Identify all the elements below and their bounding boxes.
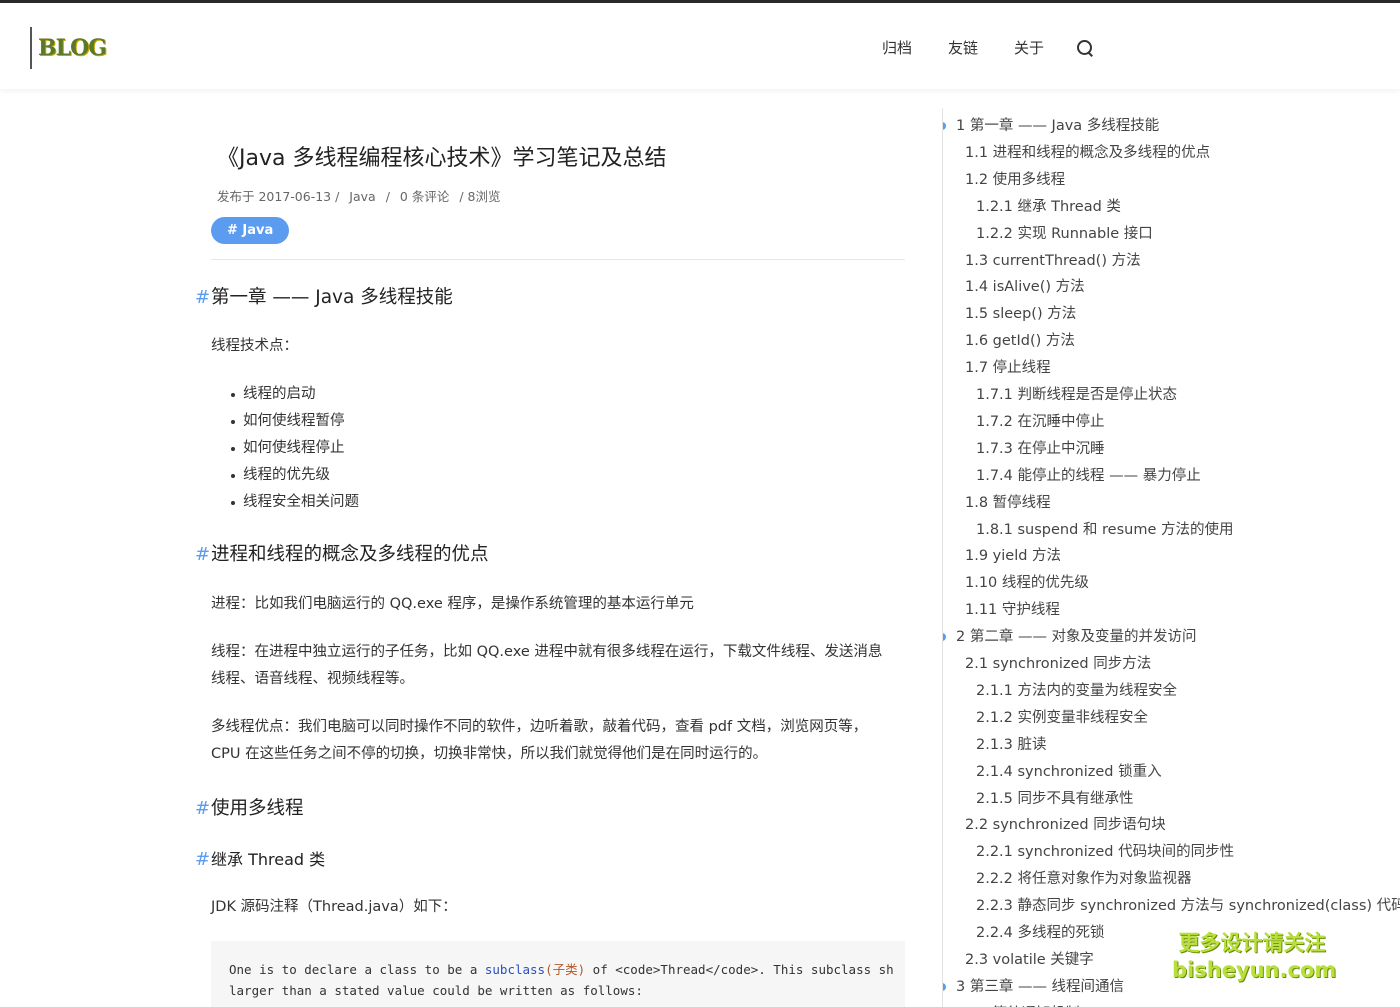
toc-item[interactable]: 1.8.1 suspend 和 resume 方法的使用 xyxy=(976,518,1234,539)
toc-bullet-icon xyxy=(943,122,946,130)
meta-sep: / xyxy=(385,189,390,204)
site-header: BLOG 归档 友链 关于 xyxy=(0,3,1400,89)
paragraph: 多线程优点：我们电脑可以同时操作不同的软件，边听着歌，敲着代码，查看 pdf 文… xyxy=(211,719,868,735)
toc-item[interactable]: 1.9 yield 方法 xyxy=(965,544,1061,565)
code-comment: (子类) xyxy=(545,962,586,977)
main-nav: 归档 友链 关于 xyxy=(882,37,1094,58)
section-heading-text: 使用多线程 xyxy=(211,798,304,819)
bullet-list: 线程的启动 如何使线程暂停 如何使线程停止 线程的优先级 线程安全相关问题 xyxy=(231,381,905,516)
paragraph: JDK 源码注释（Thread.java）如下： xyxy=(211,899,457,915)
list-item: 如何使线程停止 xyxy=(231,435,905,462)
code-line: larger than a stated value could be writ… xyxy=(229,983,643,998)
meta-comments[interactable]: 0 条评论 xyxy=(400,189,449,204)
toc-item[interactable]: 1 第一章 —— Java 多线程技能 xyxy=(956,114,1159,135)
meta-category[interactable]: Java xyxy=(349,189,375,204)
list-item: 线程的优先级 xyxy=(231,462,905,489)
heading-anchor-icon[interactable]: # xyxy=(195,849,211,870)
title-divider xyxy=(211,259,905,260)
toc-item[interactable]: 2.2.2 将任意对象作为对象监视器 xyxy=(976,867,1192,888)
code-text: of <code>Thread</code>. This subclass sh xyxy=(585,962,894,977)
toc-item[interactable]: 1.2 使用多线程 xyxy=(965,168,1065,189)
toc-item[interactable]: 1.2.2 实现 Runnable 接口 xyxy=(976,222,1153,243)
watermark-line: 更多设计请关注 xyxy=(1178,931,1326,955)
code-keyword: subclass xyxy=(484,962,546,977)
heading-anchor-icon[interactable]: # xyxy=(195,287,211,308)
toc-item[interactable]: 1.7.1 判断线程是否是停止状态 xyxy=(976,383,1177,404)
article: 《Java 多线程编程核心技术》学习笔记及总结 发布于 2017-06-13 /… xyxy=(195,140,905,1007)
toc-item[interactable]: 1.10 线程的优先级 xyxy=(965,571,1089,592)
section-heading-4: # 继承 Thread 类 xyxy=(195,846,905,870)
toc-item[interactable]: 2.1.4 synchronized 锁重入 xyxy=(976,760,1162,781)
paragraph: CPU 在这些任务之间不停的切换，切换非常快，所以我们就觉得他们是在同时运行的。 xyxy=(211,746,768,762)
section-heading-text: 第一章 —— Java 多线程技能 xyxy=(211,287,453,308)
tag-java[interactable]: # Java xyxy=(211,217,290,244)
toc-item[interactable]: 1.7 停止线程 xyxy=(965,356,1051,377)
section-heading-1: # 第一章 —— Java 多线程技能 xyxy=(195,283,905,309)
search-icon[interactable] xyxy=(1076,39,1094,57)
paragraph: 线程技术点： xyxy=(211,338,298,354)
toc-item[interactable]: 1.7.4 能停止的线程 —— 暴力停止 xyxy=(976,464,1201,485)
section-heading-3: # 使用多线程 xyxy=(195,794,905,820)
toc-item[interactable]: 2 第二章 —— 对象及变量的并发访问 xyxy=(956,625,1197,646)
toc-item[interactable]: 2.1.1 方法内的变量为线程安全 xyxy=(976,679,1177,700)
list-item: 如何使线程暂停 xyxy=(231,408,905,435)
section-heading-text: 继承 Thread 类 xyxy=(211,850,326,869)
toc-item[interactable]: 1.8 暂停线程 xyxy=(965,491,1051,512)
heading-anchor-icon[interactable]: # xyxy=(195,798,211,819)
watermark-line: bisheyun.com xyxy=(1172,958,1337,982)
nav-archive[interactable]: 归档 xyxy=(882,37,912,58)
meta-views: / 8浏览 xyxy=(459,189,501,204)
table-of-contents: 1 第一章 —— Java 多线程技能 1.1 进程和线程的概念及多线程的优点 1.… xyxy=(942,108,1400,1007)
toc-item[interactable]: 2.2.3 静态同步 synchronized 方法与 synchronized… xyxy=(976,894,1400,915)
code-block: One is to declare a class to be a subcla… xyxy=(211,941,905,1007)
watermark: 更多设计请关注 bisheyun.com xyxy=(1172,930,1337,984)
section-heading-2: # 进程和线程的概念及多线程的优点 xyxy=(195,540,905,566)
toc-item[interactable]: 1.7.2 在沉睡中停止 xyxy=(976,410,1105,431)
paragraph: 线程、语音线程、视频线程等。 xyxy=(211,671,414,687)
paragraph: 进程：比如我们电脑运行的 QQ.exe 程序，是操作系统管理的基本运行单元 xyxy=(211,596,694,612)
list-item: 线程安全相关问题 xyxy=(231,489,905,516)
section-heading-text: 进程和线程的概念及多线程的优点 xyxy=(211,544,489,565)
nav-about[interactable]: 关于 xyxy=(1014,37,1044,58)
paragraph: 线程：在进程中独立运行的子任务，比如 QQ.exe 进程中就有很多线程在运行，下… xyxy=(211,644,883,660)
toc-item[interactable]: 3.1 等待通知机制 xyxy=(965,1002,1080,1007)
toc-item[interactable]: 2.2.1 synchronized 代码块间的同步性 xyxy=(976,840,1234,861)
toc-item[interactable]: 1.6 getId() 方法 xyxy=(965,329,1075,350)
toc-item[interactable]: 1.11 守护线程 xyxy=(965,598,1060,619)
code-text: One is to declare a class to be a xyxy=(229,962,485,977)
toc-item[interactable]: 1.3 currentThread() 方法 xyxy=(965,249,1141,270)
logo-text: BLOG xyxy=(38,35,107,61)
toc-item[interactable]: 1.2.1 继承 Thread 类 xyxy=(976,195,1121,216)
nav-links[interactable]: 友链 xyxy=(948,37,978,58)
heading-anchor-icon[interactable]: # xyxy=(195,544,211,565)
toc-item[interactable]: 2.2.4 多线程的死锁 xyxy=(976,921,1105,942)
toc-item[interactable]: 2.3 volatile 关键字 xyxy=(965,948,1094,969)
toc-item[interactable]: 3 第三章 —— 线程间通信 xyxy=(956,975,1124,996)
toc-item[interactable]: 1.7.3 在停止中沉睡 xyxy=(976,437,1105,458)
toc-item[interactable]: 2.1.3 脏读 xyxy=(976,733,1047,754)
toc-bullet-icon xyxy=(943,633,946,642)
meta-published: 发布于 2017-06-13 / xyxy=(217,189,340,204)
toc-item[interactable]: 2.2 synchronized 同步语句块 xyxy=(965,813,1166,834)
site-logo[interactable]: BLOG xyxy=(30,27,107,69)
toc-item[interactable]: 1.1 进程和线程的概念及多线程的优点 xyxy=(965,141,1210,162)
toc-item[interactable]: 1.5 sleep() 方法 xyxy=(965,302,1076,323)
toc-item[interactable]: 1.4 isAlive() 方法 xyxy=(965,275,1085,296)
toc-bullet-icon xyxy=(943,982,946,991)
list-item: 线程的启动 xyxy=(231,381,905,408)
toc-item[interactable]: 2.1.2 实例变量非线程安全 xyxy=(976,706,1148,727)
code-line: One is to declare a class to be a subcla… xyxy=(229,959,905,980)
toc-item[interactable]: 2.1 synchronized 同步方法 xyxy=(965,652,1151,673)
article-meta: 发布于 2017-06-13 / Java / 0 条评论 / 8浏览 xyxy=(217,186,905,205)
article-title: 《Java 多线程编程核心技术》学习笔记及总结 xyxy=(217,146,667,171)
toc-item[interactable]: 2.1.5 同步不具有继承性 xyxy=(976,787,1134,808)
